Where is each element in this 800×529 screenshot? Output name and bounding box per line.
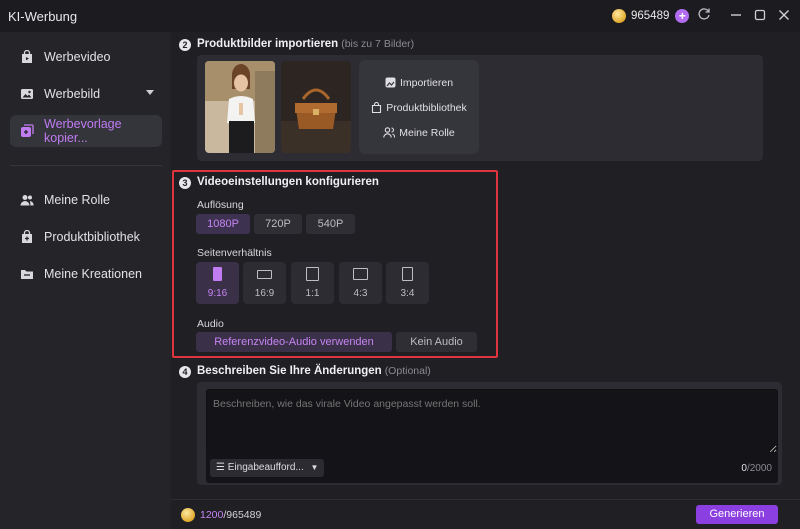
ratio-9-16-button[interactable]: 9:16	[196, 262, 239, 304]
step-number: 2	[179, 39, 191, 51]
close-icon[interactable]	[774, 6, 794, 26]
ratio-4-3-button[interactable]: 4:3	[339, 262, 382, 304]
credits-balance: 965489	[631, 10, 670, 22]
resolution-540p-button[interactable]: 540P	[306, 214, 355, 234]
no-audio-button[interactable]: Kein Audio	[396, 332, 477, 352]
sidebar: Werbevideo Werbebild Werbevorlage kopier…	[0, 32, 171, 529]
resolution-1080p-button[interactable]: 1080P	[196, 214, 250, 234]
sidebar-item-label: Produktbibliothek	[44, 230, 140, 244]
import-image-icon	[385, 77, 396, 91]
credits-chip[interactable]: 965489 +	[612, 7, 690, 25]
folder-icon	[20, 267, 34, 281]
refresh-icon[interactable]	[694, 6, 714, 26]
audio-label: Audio	[197, 318, 224, 330]
aspect-ratio-label: Seitenverhältnis	[197, 247, 272, 259]
sidebar-item-label: Meine Kreationen	[44, 267, 142, 281]
description-footer: ☰ Eingabeaufford... ▼ 0/2000	[206, 453, 778, 483]
video-bag-icon	[20, 50, 34, 64]
product-image-bag[interactable]	[281, 61, 351, 153]
main-panel: 2 Produktbilder importieren (bis zu 7 Bild…	[171, 32, 800, 529]
sidebar-item-label: Meine Rolle	[44, 193, 111, 207]
chevron-down-icon: ▼	[310, 463, 319, 472]
prompt-template-select[interactable]: ☰ Eingabeaufford... ▼	[210, 459, 325, 477]
coin-icon	[612, 9, 626, 23]
sidebar-item-produktbibliothek[interactable]: Produktbibliothek	[10, 221, 162, 253]
import-actions: Importieren Produktbibliothek Meine Roll…	[359, 60, 479, 154]
reference-audio-button[interactable]: Referenzvideo-Audio verwenden	[196, 332, 392, 352]
step4-hint: (Optional)	[384, 365, 431, 377]
my-role-button[interactable]: Meine Rolle	[359, 127, 479, 141]
product-images-card: Importieren Produktbibliothek Meine Roll…	[197, 55, 763, 161]
ratio-16-9-button[interactable]: 16:9	[243, 262, 286, 304]
prompt-list-icon: ☰	[216, 462, 225, 473]
step3-title: 3 Videoeinstellungen konfigurieren	[179, 176, 379, 189]
image-icon	[20, 87, 34, 101]
step-number: 4	[179, 366, 191, 378]
landscape-ratio-icon	[353, 268, 368, 280]
credits-total: /965489	[223, 509, 262, 521]
import-button[interactable]: Importieren	[359, 77, 479, 91]
resolution-720p-button[interactable]: 720P	[254, 214, 302, 234]
sidebar-divider	[10, 165, 162, 166]
description-input[interactable]	[206, 389, 778, 454]
sidebar-item-werbevorlage[interactable]: Werbevorlage kopier...	[10, 115, 162, 147]
users-icon	[383, 127, 396, 141]
product-image-person[interactable]	[205, 61, 275, 153]
step4-title: 4 Beschreiben Sie Ihre Änderungen (Optiona…	[179, 365, 431, 378]
sidebar-item-meine-rolle[interactable]: Meine Rolle	[10, 184, 162, 216]
ratio-1-1-button[interactable]: 1:1	[291, 262, 334, 304]
ratio-3-4-button[interactable]: 3:4	[386, 262, 429, 304]
sidebar-item-meine-kreationen[interactable]: Meine Kreationen	[10, 258, 162, 290]
title-bar: KI-Werbung 965489 +	[0, 0, 800, 32]
generate-button[interactable]: Generieren	[696, 505, 778, 524]
copy-template-icon	[20, 124, 34, 138]
credits-used: 1200	[200, 509, 224, 521]
step2-title: 2 Produktbilder importieren (bis zu 7 Bild…	[179, 38, 414, 51]
step-number: 3	[179, 177, 191, 189]
portrait-ratio-icon	[402, 267, 413, 281]
sidebar-item-label: Werbebild	[44, 87, 101, 101]
bottom-bar: 1200/965489 Generieren	[171, 499, 800, 529]
description-card: ☰ Eingabeaufford... ▼ 0/2000	[197, 382, 782, 485]
step2-hint: (bis zu 7 Bilder)	[341, 38, 415, 50]
sidebar-item-werbevideo[interactable]: Werbevideo	[10, 41, 162, 73]
chevron-down-icon[interactable]	[146, 90, 154, 95]
library-icon	[20, 230, 34, 244]
landscape-ratio-icon	[257, 270, 272, 279]
sidebar-item-label: Werbevorlage kopier...	[44, 117, 122, 145]
resolution-label: Auflösung	[197, 199, 244, 211]
square-ratio-icon	[306, 267, 319, 281]
bag-icon	[371, 101, 382, 116]
maximize-icon[interactable]	[750, 6, 770, 26]
portrait-ratio-icon	[213, 267, 222, 281]
char-counter: 0/2000	[741, 463, 772, 474]
coin-icon	[181, 508, 195, 522]
users-icon	[20, 193, 34, 207]
sidebar-item-werbebild[interactable]: Werbebild	[10, 78, 162, 110]
minimize-icon[interactable]	[726, 6, 746, 26]
app-title: KI-Werbung	[8, 9, 78, 24]
credit-cost: 1200/965489	[181, 508, 261, 522]
sidebar-item-label: Werbevideo	[44, 50, 111, 64]
add-credits-button[interactable]: +	[675, 9, 690, 23]
product-library-button[interactable]: Produktbibliothek	[359, 101, 479, 116]
